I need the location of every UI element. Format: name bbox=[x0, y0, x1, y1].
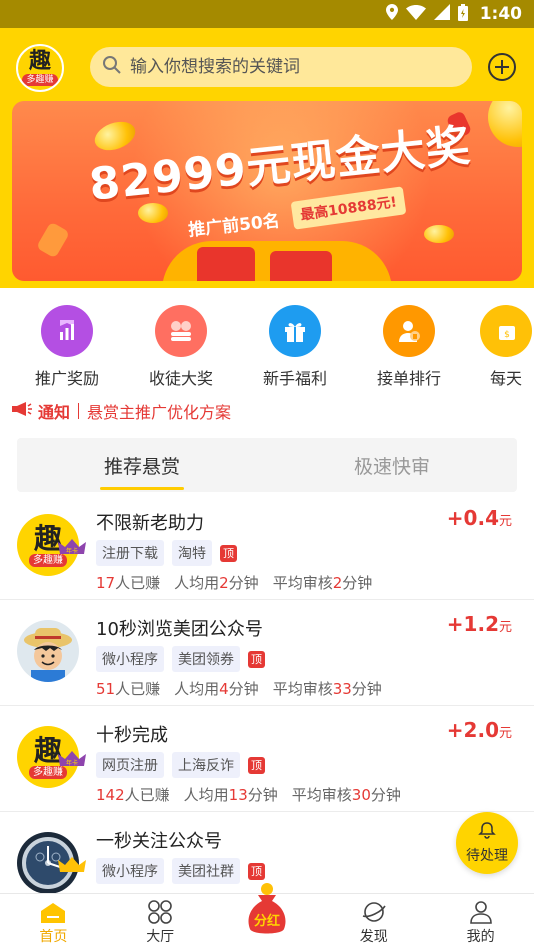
home-icon bbox=[41, 903, 66, 923]
task-price: +1.2元 bbox=[446, 612, 512, 636]
quick-item-daily[interactable]: $ 每天 bbox=[466, 305, 534, 389]
search-bar[interactable] bbox=[90, 47, 472, 87]
task-row[interactable]: 10秒浏览美团公众号 +1.2元 微小程序 美团领券 顶 51人已赚 人均用4分钟… bbox=[0, 600, 534, 706]
top-badge: 顶 bbox=[248, 756, 265, 774]
notice-divider bbox=[78, 403, 80, 419]
add-button[interactable] bbox=[487, 52, 517, 82]
task-chip: 淘特 bbox=[172, 540, 212, 566]
top-badge: 顶 bbox=[248, 650, 265, 668]
pending-button[interactable]: 待处理 bbox=[456, 812, 518, 874]
quick-item-apprentice-award[interactable]: 收徒大奖 bbox=[124, 305, 238, 389]
task-title: 不限新老助力 bbox=[96, 513, 204, 534]
app-logo[interactable]: 趣 多趣赚 bbox=[16, 44, 64, 92]
task-chip: 微小程序 bbox=[96, 646, 164, 672]
quick-item-newbie-benefit[interactable]: 新手福利 bbox=[238, 305, 352, 389]
quick-item-order-ranking[interactable]: 接单排行 bbox=[352, 305, 466, 389]
vip-crown-icon: 年卡 bbox=[58, 539, 86, 555]
top-badge: 顶 bbox=[220, 544, 237, 562]
bell-icon bbox=[478, 821, 496, 843]
cartoon-avatar-icon bbox=[24, 628, 72, 682]
notice-text[interactable]: 悬赏主推广优化方案 bbox=[87, 399, 231, 423]
battery-icon bbox=[457, 3, 468, 25]
task-list: 趣 多趣赚 年卡 不限新老助力 +0.4元 注册下载 淘特 顶 17人已赚 人均用… bbox=[0, 494, 534, 918]
nav-home[interactable]: 首页 bbox=[0, 894, 107, 950]
task-stats: 142人已赚 人均用13分钟 平均审核30分钟 bbox=[96, 786, 401, 804]
nav-discover[interactable]: 发现 bbox=[320, 894, 427, 950]
notice-bar[interactable]: 通知 悬赏主推广优化方案 bbox=[12, 400, 231, 422]
red-envelope-icon bbox=[35, 221, 71, 259]
nav-mine[interactable]: 我的 bbox=[427, 894, 534, 950]
red-envelope-icon bbox=[270, 251, 332, 281]
signal-icon bbox=[433, 4, 450, 24]
status-bar: 1:40 bbox=[0, 0, 534, 28]
user-rank-icon bbox=[383, 305, 435, 357]
promo-banner[interactable]: 82999元现金大奖 推广前50名 最高10888元! bbox=[12, 101, 522, 281]
task-stats: 51人已赚 人均用4分钟 平均审核33分钟 bbox=[96, 680, 382, 698]
task-price: +2.0元 bbox=[446, 718, 512, 742]
user-icon bbox=[469, 901, 492, 924]
svg-text:年卡: 年卡 bbox=[66, 547, 78, 555]
task-title: 10秒浏览美团公众号 bbox=[96, 619, 263, 640]
nav-label: 我的 bbox=[466, 929, 495, 945]
task-chips: 微小程序 美团领券 顶 bbox=[96, 646, 265, 672]
svg-text:分红: 分红 bbox=[254, 913, 280, 929]
coin-icon bbox=[488, 101, 522, 147]
task-row[interactable]: 趣 多趣赚 年卡 十秒完成 +2.0元 网页注册 上海反诈 顶 142人已赚 人均… bbox=[0, 706, 534, 812]
nav-label: 首页 bbox=[39, 929, 68, 945]
coins-icon bbox=[155, 305, 207, 357]
tab-recommended[interactable]: 推荐悬赏 bbox=[17, 438, 267, 492]
coin-icon bbox=[424, 225, 454, 243]
quick-item-label: 推广奖励 bbox=[34, 369, 99, 388]
task-tabs: 推荐悬赏 极速快审 bbox=[17, 438, 517, 492]
quick-item-label: 接单排行 bbox=[376, 369, 441, 388]
task-chip: 注册下载 bbox=[96, 540, 164, 566]
red-envelope-icon bbox=[197, 247, 255, 281]
task-chip: 美团领券 bbox=[172, 646, 240, 672]
grid-circles-icon bbox=[148, 900, 172, 924]
wifi-icon bbox=[405, 4, 426, 24]
planet-icon bbox=[362, 902, 386, 922]
avatar bbox=[17, 620, 79, 682]
quick-item-label: 收徒大奖 bbox=[148, 369, 213, 388]
task-price: +0.4元 bbox=[446, 506, 512, 530]
quick-item-label: 每天 bbox=[489, 369, 522, 388]
quick-item-label: 新手福利 bbox=[262, 369, 327, 388]
megaphone-icon bbox=[12, 401, 32, 421]
task-title: 一秒关注公众号 bbox=[96, 831, 222, 852]
gift-icon bbox=[269, 305, 321, 357]
tab-fast-review[interactable]: 极速快审 bbox=[267, 438, 517, 492]
nav-label: 大厅 bbox=[146, 929, 175, 945]
nav-label: 发现 bbox=[359, 929, 388, 945]
nav-hall[interactable]: 大厅 bbox=[107, 894, 214, 950]
location-icon bbox=[385, 4, 398, 24]
task-chip: 网页注册 bbox=[96, 752, 164, 778]
task-chip: 微小程序 bbox=[96, 858, 164, 884]
daily-icon: $ bbox=[480, 305, 532, 357]
logo-subtext: 多趣赚 bbox=[22, 74, 58, 86]
pending-label: 待处理 bbox=[466, 848, 508, 864]
dividend-button[interactable]: 分红 bbox=[238, 881, 296, 939]
status-time: 1:40 bbox=[479, 4, 522, 24]
task-stats: 17人已赚 人均用2分钟 平均审核2分钟 bbox=[96, 574, 373, 592]
money-bag-icon: 分红 bbox=[248, 883, 286, 934]
task-title: 十秒完成 bbox=[96, 725, 168, 746]
task-chip: 美团社群 bbox=[172, 858, 240, 884]
top-badge: 顶 bbox=[248, 862, 265, 880]
plus-circle-icon bbox=[488, 53, 516, 81]
svg-text:$: $ bbox=[504, 330, 510, 340]
search-icon bbox=[102, 55, 122, 79]
vip-crown-icon: 年卡 bbox=[58, 751, 86, 767]
search-input[interactable] bbox=[130, 57, 460, 77]
quick-menu: 推广奖励 收徒大奖 新手福利 接单排行 $ 每天 bbox=[0, 305, 534, 390]
quick-item-promotion-reward[interactable]: 推广奖励 bbox=[10, 305, 124, 389]
svg-text:年卡: 年卡 bbox=[66, 759, 78, 767]
task-row[interactable]: 趣 多趣赚 年卡 不限新老助力 +0.4元 注册下载 淘特 顶 17人已赚 人均用… bbox=[0, 494, 534, 600]
chart-icon bbox=[41, 305, 93, 357]
task-chips: 注册下载 淘特 顶 bbox=[96, 540, 237, 566]
logo-text: 趣 bbox=[28, 49, 51, 74]
task-chip: 上海反诈 bbox=[172, 752, 240, 778]
notice-tag: 通知 bbox=[38, 403, 71, 422]
task-chips: 网页注册 上海反诈 顶 bbox=[96, 752, 265, 778]
gold-crown-icon bbox=[58, 857, 86, 872]
